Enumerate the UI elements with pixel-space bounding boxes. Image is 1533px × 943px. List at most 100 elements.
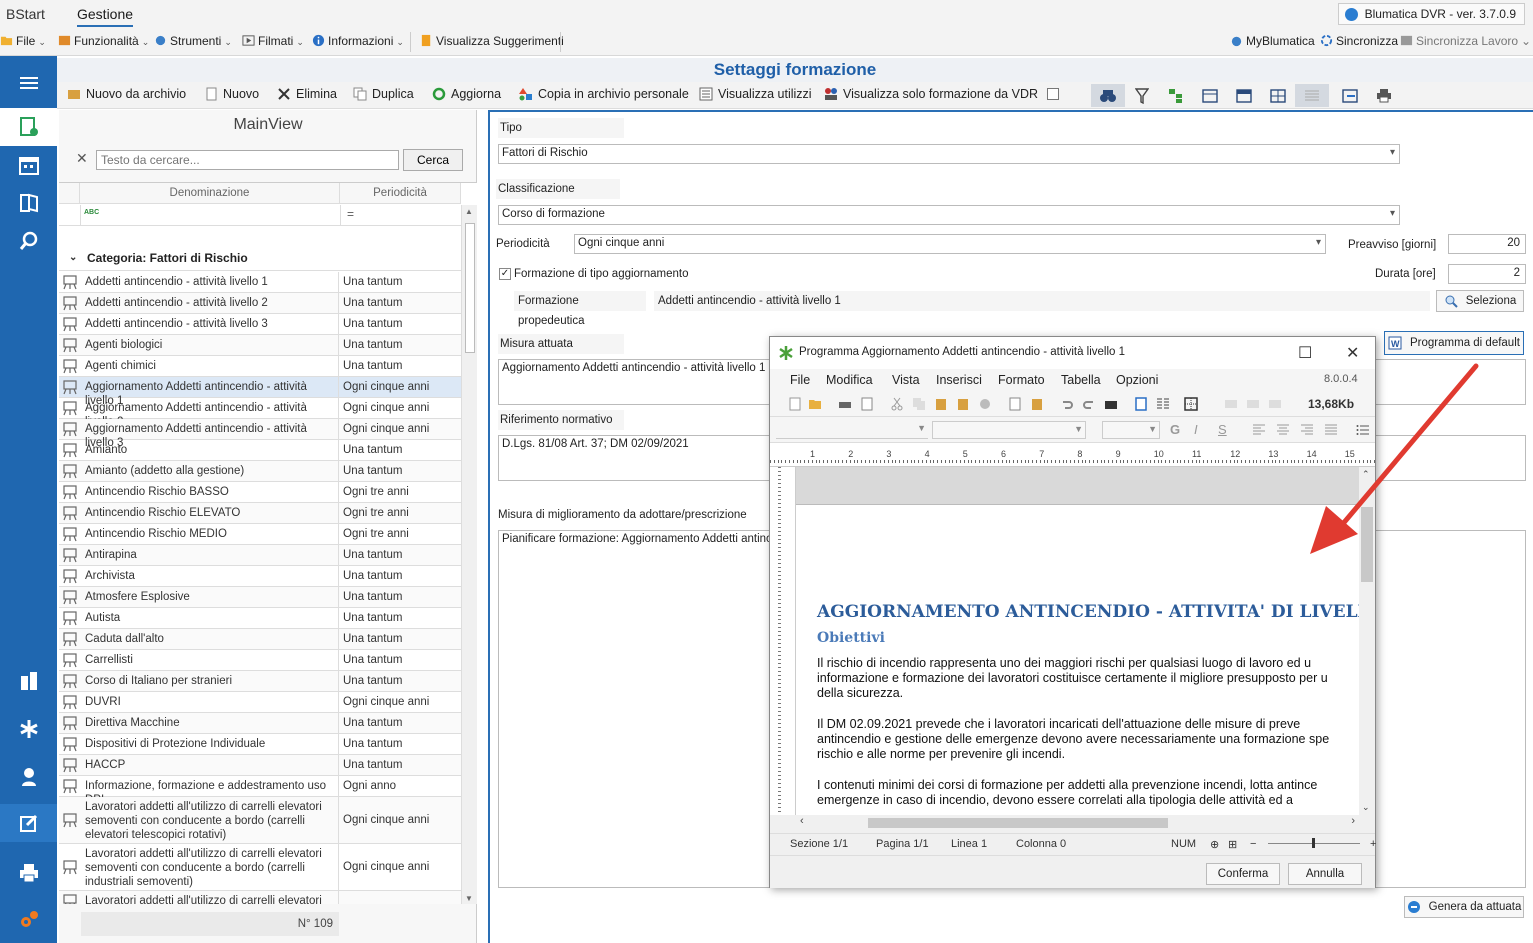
collapse-caret-icon[interactable]: ⌄ (69, 245, 77, 271)
zoom-fit-icon[interactable]: ⊕ (1210, 838, 1219, 851)
durata-input[interactable]: 2 (1448, 264, 1526, 284)
undo-icon[interactable] (1060, 397, 1074, 411)
menu-informazioni[interactable]: Informazioni ⌄ (312, 34, 404, 48)
doc-hscroll-thumb[interactable] (868, 818, 1168, 828)
classificazione-select[interactable]: Corso di formazione (498, 205, 1400, 225)
zoom-in-icon[interactable]: + (1370, 838, 1376, 850)
table-row[interactable]: Direttiva Macchine Una tantum (59, 713, 461, 734)
nuovo-button[interactable]: Nuovo (204, 87, 259, 101)
programma-default-button[interactable]: W Programma di default (1384, 331, 1524, 355)
filter-icon[interactable] (1125, 84, 1159, 107)
table-row[interactable]: HACCP Una tantum (59, 755, 461, 776)
dialog-menu-formato[interactable]: Formato (998, 373, 1045, 387)
table-row[interactable]: Aggiornamento Addetti antincendio - atti… (59, 377, 461, 407)
menu-strumenti[interactable]: Strumenti ⌄ (154, 34, 232, 48)
doc-scroll-down-icon[interactable]: ⌄ (1362, 802, 1370, 813)
tipo-select[interactable]: Fattori di Rischio (498, 144, 1400, 164)
table-col-icon[interactable] (1246, 397, 1260, 411)
table-row[interactable]: Antincendio Rischio BASSO Ogni tre anni (59, 482, 461, 503)
category-group-row[interactable]: ⌄ Categoria: Fattori di Rischio (59, 245, 461, 271)
tab-gestione[interactable]: Gestione (77, 6, 134, 27)
conferma-button[interactable]: Conferma (1206, 863, 1280, 885)
table-row[interactable]: Agenti biologici Una tantum (59, 335, 461, 356)
dialog-menu-tabella[interactable]: Tabella (1061, 373, 1101, 387)
sidebar-buildings-icon[interactable] (0, 662, 57, 700)
table-row[interactable]: Informazione, formazione e addestramento… (59, 776, 461, 806)
dialog-menu-modifica[interactable]: Modifica (826, 373, 873, 387)
menu-sincronizza[interactable]: Sincronizza (1320, 34, 1398, 48)
elimina-button[interactable]: Elimina (277, 87, 337, 101)
clear-icon[interactable] (978, 397, 992, 411)
export-icon[interactable] (1333, 84, 1367, 107)
table-row[interactable]: Amianto Una tantum (59, 440, 461, 461)
align-left-icon[interactable] (1252, 423, 1266, 437)
bold-icon[interactable]: G (1170, 422, 1180, 437)
sidebar-asterisk-icon[interactable] (0, 710, 57, 748)
zoom-page-icon[interactable]: ⊞ (1228, 838, 1237, 851)
table-row[interactable]: Lavoratori addetti all'utilizzo di carre… (59, 797, 461, 844)
menu-sincronizza-lavoro[interactable]: Sincronizza Lavoro (1400, 34, 1518, 48)
document-hscroll[interactable]: ‹ › (796, 815, 1359, 831)
columns-icon[interactable] (1193, 84, 1227, 107)
aggiorna-button[interactable]: Aggiorna (432, 87, 501, 101)
sidebar-worker-icon[interactable] (0, 758, 57, 796)
print-icon[interactable] (838, 397, 852, 411)
table-row[interactable]: Aggiornamento Addetti antincendio - atti… (59, 398, 461, 428)
style-select[interactable]: ▼ (776, 421, 928, 439)
sidebar-search-icon[interactable] (0, 222, 57, 260)
column-header-denominazione[interactable]: Denominazione (80, 183, 340, 204)
table-row[interactable]: Caduta dall'alto Una tantum (59, 629, 461, 650)
table-row[interactable]: Agenti chimici Una tantum (59, 356, 461, 377)
solo-vdr-checkbox[interactable] (1047, 88, 1059, 103)
table-row[interactable]: Antirapina Una tantum (59, 545, 461, 566)
table-row[interactable]: Corso di Italiano per stranieri Una tantu… (59, 671, 461, 692)
grid-view-icon[interactable] (1261, 84, 1295, 107)
visualizza-utilizzi-button[interactable]: Visualizza utilizzi (699, 87, 812, 101)
table-row[interactable]: Autista Una tantum (59, 608, 461, 629)
table-row[interactable]: DUVRI Ogni cinque anni (59, 692, 461, 713)
table-row-icon[interactable] (1224, 397, 1238, 411)
redo-icon[interactable] (1082, 397, 1096, 411)
new-file-icon[interactable] (788, 397, 802, 411)
copy-icon[interactable] (912, 397, 926, 411)
cut-icon[interactable] (890, 397, 904, 411)
table-row[interactable]: Lavoratori addetti all'utilizzo di carre… (59, 891, 461, 904)
solo-vdr-button[interactable]: Visualizza solo formazione da VDR (824, 87, 1038, 101)
grid-scrollbar[interactable]: ▲ ▼ (461, 205, 477, 904)
table-row[interactable]: Dispositivi di Protezione Individuale Una… (59, 734, 461, 755)
underline-icon[interactable]: S (1218, 422, 1227, 437)
header-row-icon[interactable] (1227, 84, 1261, 107)
table-row[interactable]: Amianto (addetto alla gestione) Una tantu… (59, 461, 461, 482)
sidebar-book-icon[interactable] (0, 184, 57, 222)
print-preview-icon[interactable] (860, 397, 874, 411)
dialog-menu-file[interactable]: File (790, 373, 810, 387)
aggiornamento-checkbox[interactable]: ✓ (499, 268, 511, 280)
table-lines-icon[interactable] (1295, 84, 1329, 107)
table-row[interactable]: Aggiornamento Addetti antincendio - atti… (59, 419, 461, 449)
copia-archivio-button[interactable]: Copia in archivio personale (519, 87, 689, 101)
dialog-menu-inserisci[interactable]: Inserisci (936, 373, 982, 387)
dialog-menu-opzioni[interactable]: Opzioni (1116, 373, 1158, 387)
menu-filmati[interactable]: Filmati ⌄ (242, 34, 304, 48)
sidebar-menu-icon[interactable] (0, 64, 57, 102)
zoom-slider-thumb[interactable] (1312, 838, 1315, 848)
align-center-icon[interactable] (1276, 423, 1290, 437)
doc-scroll-left-icon[interactable]: ‹ (800, 815, 804, 827)
tree-expand-icon[interactable] (1159, 84, 1193, 107)
table-row[interactable]: Lavoratori addetti all'utilizzo di carre… (59, 844, 461, 891)
menu-myblumatica[interactable]: MyBlumatica (1230, 34, 1315, 48)
periodicita-select[interactable]: Ogni cinque anni (574, 234, 1326, 254)
find-icon[interactable] (1104, 397, 1118, 411)
menu-suggerimenti[interactable]: Visualizza Suggerimenti (420, 34, 564, 48)
nuovo-da-archivio-button[interactable]: Nuovo da archivio (67, 87, 186, 101)
font-select[interactable]: ▼ (932, 421, 1086, 439)
table-row[interactable]: Addetti antincendio - attività livello 2… (59, 293, 461, 314)
filter-equals-icon[interactable]: = (347, 207, 354, 221)
font-size-select[interactable]: ▼ (1102, 421, 1160, 439)
table-insert-icon[interactable] (1184, 397, 1198, 411)
annulla-button[interactable]: Annulla (1288, 863, 1362, 885)
grid-scroll-thumb[interactable] (465, 223, 475, 353)
search-button[interactable]: Cerca (403, 149, 463, 171)
zoom-out-icon[interactable]: − (1250, 838, 1256, 850)
sidebar-settings-doc-icon[interactable] (0, 108, 57, 146)
